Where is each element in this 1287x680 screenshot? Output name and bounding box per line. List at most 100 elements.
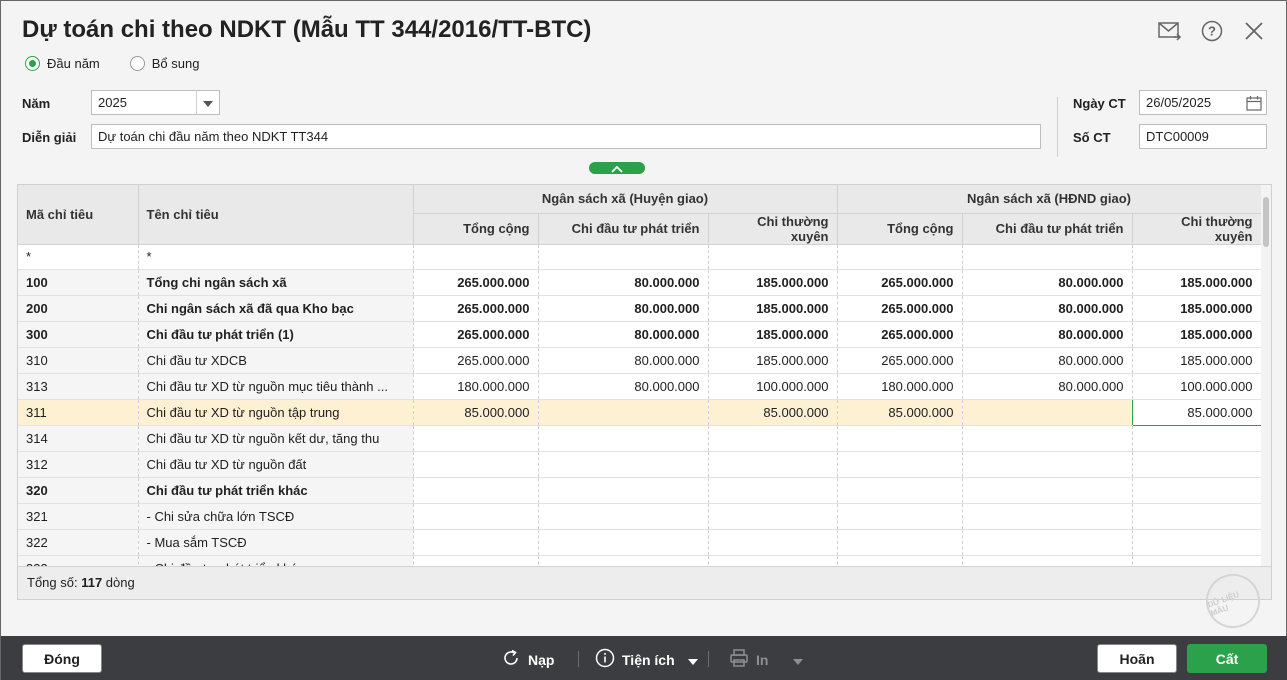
close-icon[interactable]	[1242, 19, 1266, 43]
cell-dev-council[interactable]: 80.000.000	[962, 347, 1133, 374]
print-button[interactable]: In	[729, 648, 804, 671]
col-header-dev-2[interactable]: Chi đầu tư phát triển	[962, 213, 1133, 245]
cell-total-district[interactable]	[413, 425, 539, 452]
cell-dev-district[interactable]: 80.000.000	[538, 373, 709, 400]
utility-menu-button[interactable]: Tiện ích	[595, 648, 698, 671]
cell-name[interactable]: Chi đầu tư phát triển khác	[138, 477, 414, 504]
cell-name[interactable]: Chi đầu tư XD từ nguồn mục tiêu thành ..…	[138, 373, 414, 400]
cell-dev-district[interactable]: 80.000.000	[538, 347, 709, 374]
cell-total-district[interactable]	[413, 477, 539, 504]
cell-code[interactable]: 314	[18, 425, 139, 452]
filter-cell[interactable]	[538, 244, 709, 270]
postpone-button[interactable]: Hoãn	[1097, 644, 1177, 673]
cell-name[interactable]: Chi ngân sách xã đã qua Kho bạc	[138, 295, 414, 322]
table-row[interactable]: 200 Chi ngân sách xã đã qua Kho bạc 265.00…	[18, 295, 1262, 322]
cell-dev-council[interactable]: 80.000.000	[962, 295, 1133, 322]
col-header-dev-1[interactable]: Chi đầu tư phát triển	[538, 213, 709, 245]
cell-regular-council[interactable]: 185.000.000	[1132, 295, 1262, 322]
cell-name[interactable]: Chi đầu tư XD từ nguồn đất	[138, 451, 414, 478]
table-row[interactable]: 313 Chi đầu tư XD từ nguồn mục tiêu thành…	[18, 373, 1262, 400]
table-row[interactable]: 300 Chi đầu tư phát triển (1) 265.000.000 8…	[18, 321, 1262, 348]
cell-regular-council[interactable]: 185.000.000	[1132, 269, 1262, 296]
radio-dau-nam[interactable]: Đầu năm	[25, 56, 100, 71]
cell-total-district[interactable]: 265.000.000	[413, 347, 539, 374]
description-field[interactable]: Dự toán chi đầu năm theo NDKT TT344	[91, 124, 1041, 149]
cell-dev-council[interactable]	[962, 503, 1133, 530]
cell-regular-district[interactable]: 185.000.000	[708, 295, 838, 322]
calendar-icon[interactable]	[1246, 95, 1262, 118]
filter-cell[interactable]	[708, 244, 838, 270]
reload-button[interactable]: Nạp	[501, 648, 554, 671]
cell-name[interactable]: Chi đầu tư XD từ nguồn kết dư, tăng thu	[138, 425, 414, 452]
cell-regular-district[interactable]: 185.000.000	[708, 269, 838, 296]
cell-regular-council[interactable]	[1132, 477, 1262, 504]
close-button[interactable]: Đóng	[22, 644, 102, 673]
cell-code[interactable]: 320	[18, 477, 139, 504]
cell-code[interactable]: 313	[18, 373, 139, 400]
cell-dev-district[interactable]: 80.000.000	[538, 321, 709, 348]
cell-dev-council[interactable]	[962, 425, 1133, 452]
cell-regular-district[interactable]	[708, 451, 838, 478]
cell-regular-district[interactable]: 185.000.000	[708, 321, 838, 348]
filter-code-input[interactable]: *	[18, 244, 139, 270]
cell-code[interactable]: 200	[18, 295, 139, 322]
cell-total-council[interactable]: 265.000.000	[837, 347, 963, 374]
cell-dev-council[interactable]	[962, 477, 1133, 504]
cell-code[interactable]: 312	[18, 451, 139, 478]
year-combo[interactable]: 2025	[91, 90, 197, 115]
cell-dev-district[interactable]	[538, 529, 709, 556]
cell-total-council[interactable]: 265.000.000	[837, 269, 963, 296]
cell-regular-council[interactable]	[1132, 529, 1262, 556]
col-header-name[interactable]: Tên chỉ tiêu	[138, 185, 414, 245]
cell-total-council[interactable]: 180.000.000	[837, 373, 963, 400]
cell-code[interactable]: 322	[18, 529, 139, 556]
vertical-scrollbar[interactable]	[1261, 185, 1271, 567]
cell-regular-district[interactable]	[708, 477, 838, 504]
help-icon[interactable]: ?	[1200, 19, 1224, 43]
table-row[interactable]: 310 Chi đầu tư XDCB 265.000.000 80.000.000 1…	[18, 347, 1262, 374]
cell-total-district[interactable]	[413, 503, 539, 530]
cell-regular-council[interactable]	[1132, 425, 1262, 452]
cell-regular-council[interactable]: 100.000.000	[1132, 373, 1262, 400]
cell-regular-district[interactable]	[708, 503, 838, 530]
cell-total-council[interactable]: 85.000.000	[837, 399, 963, 426]
cell-regular-district[interactable]: 85.000.000	[708, 399, 838, 426]
col-header-total-2[interactable]: Tổng cộng	[837, 213, 963, 245]
col-header-regular-1[interactable]: Chi thường xuyên	[708, 213, 838, 245]
cell-dev-district[interactable]	[538, 503, 709, 530]
cell-name[interactable]: Tổng chi ngân sách xã	[138, 269, 414, 296]
cell-total-district[interactable]	[413, 529, 539, 556]
cell-dev-council[interactable]: 80.000.000	[962, 373, 1133, 400]
cell-total-council[interactable]	[837, 477, 963, 504]
table-row[interactable]: 320 Chi đầu tư phát triển khác	[18, 477, 1262, 504]
cell-code[interactable]: 321	[18, 503, 139, 530]
col-header-total-1[interactable]: Tổng cộng	[413, 213, 539, 245]
filter-cell[interactable]	[837, 244, 963, 270]
table-row[interactable]: 314 Chi đầu tư XD từ nguồn kết dư, tăng t…	[18, 425, 1262, 452]
collapse-header-button[interactable]	[589, 162, 645, 174]
cell-dev-district[interactable]	[538, 477, 709, 504]
cell-name[interactable]: - Mua sắm TSCĐ	[138, 529, 414, 556]
cell-code[interactable]: 310	[18, 347, 139, 374]
cell-code[interactable]: 100	[18, 269, 139, 296]
col-header-code[interactable]: Mã chỉ tiêu	[18, 185, 139, 245]
cell-dev-council[interactable]	[962, 529, 1133, 556]
cell-name[interactable]: Chi đầu tư XD từ nguồn tập trung	[138, 399, 414, 426]
cell-dev-council[interactable]	[962, 451, 1133, 478]
cell-dev-district[interactable]: 80.000.000	[538, 269, 709, 296]
cell-dev-council[interactable]: 80.000.000	[962, 269, 1133, 296]
cell-total-district[interactable]: 180.000.000	[413, 373, 539, 400]
cell-regular-council[interactable]: 85.000.000	[1131, 398, 1262, 426]
table-row[interactable]: 321- Chi sửa chữa lớn TSCĐ	[18, 503, 1262, 530]
cell-name[interactable]: - Chi sửa chữa lớn TSCĐ	[138, 503, 414, 530]
filter-cell[interactable]	[1132, 244, 1262, 270]
cell-total-council[interactable]: 265.000.000	[837, 295, 963, 322]
cell-dev-district[interactable]: 80.000.000	[538, 295, 709, 322]
cell-dev-council[interactable]: 80.000.000	[962, 321, 1133, 348]
cell-total-district[interactable]: 85.000.000	[413, 399, 539, 426]
year-dropdown-button[interactable]	[196, 90, 220, 115]
cell-code[interactable]: 311	[18, 399, 139, 426]
radio-bo-sung[interactable]: Bổ sung	[129, 56, 199, 71]
cell-regular-council[interactable]: 185.000.000	[1132, 347, 1262, 374]
doc-number-field[interactable]: DTC00009	[1139, 124, 1267, 149]
